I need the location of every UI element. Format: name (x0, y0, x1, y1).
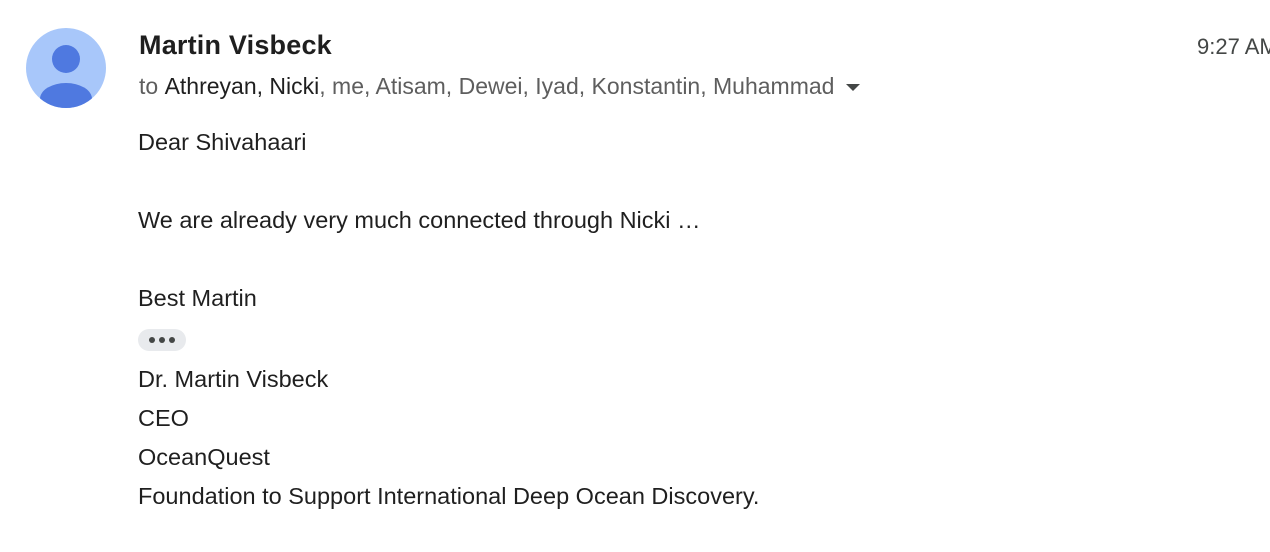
show-trimmed-content-button[interactable] (138, 329, 186, 351)
recipient-separator: , (256, 73, 270, 99)
greeting: Dear Shivahaari (138, 129, 307, 155)
body-paragraph: We are already very much connected throu… (138, 207, 701, 233)
recipient-athreyan: Athreyan (164, 73, 257, 99)
message-time: 9:27 AM (1197, 34, 1270, 59)
more-horiz-icon-dot (159, 337, 165, 343)
recipient-separator: , (319, 73, 333, 99)
caret-down-icon[interactable] (846, 84, 861, 91)
more-horiz-icon (149, 337, 155, 343)
more-horiz-icon-dot (169, 337, 175, 343)
closing: Best Martin (138, 285, 257, 311)
signature-title: CEO (138, 405, 189, 431)
sender-name[interactable]: Martin Visbeck (139, 30, 332, 61)
person-icon (40, 45, 92, 108)
signature-org-desc: Foundation to Support International Deep… (138, 483, 760, 509)
sender-avatar[interactable] (26, 28, 106, 108)
signature-org: OceanQuest (138, 444, 270, 470)
recipients-line: to Athreyan, Nicki, me, Atisam, Dewei, I… (139, 73, 861, 100)
signature-name: Dr. Martin Visbeck (138, 366, 329, 392)
recipient-nicki: Nicki (269, 73, 320, 99)
recipients-rest: me, Atisam, Dewei, Iyad, Konstantin, Muh… (332, 73, 835, 99)
recipients-prefix: to (139, 73, 165, 99)
